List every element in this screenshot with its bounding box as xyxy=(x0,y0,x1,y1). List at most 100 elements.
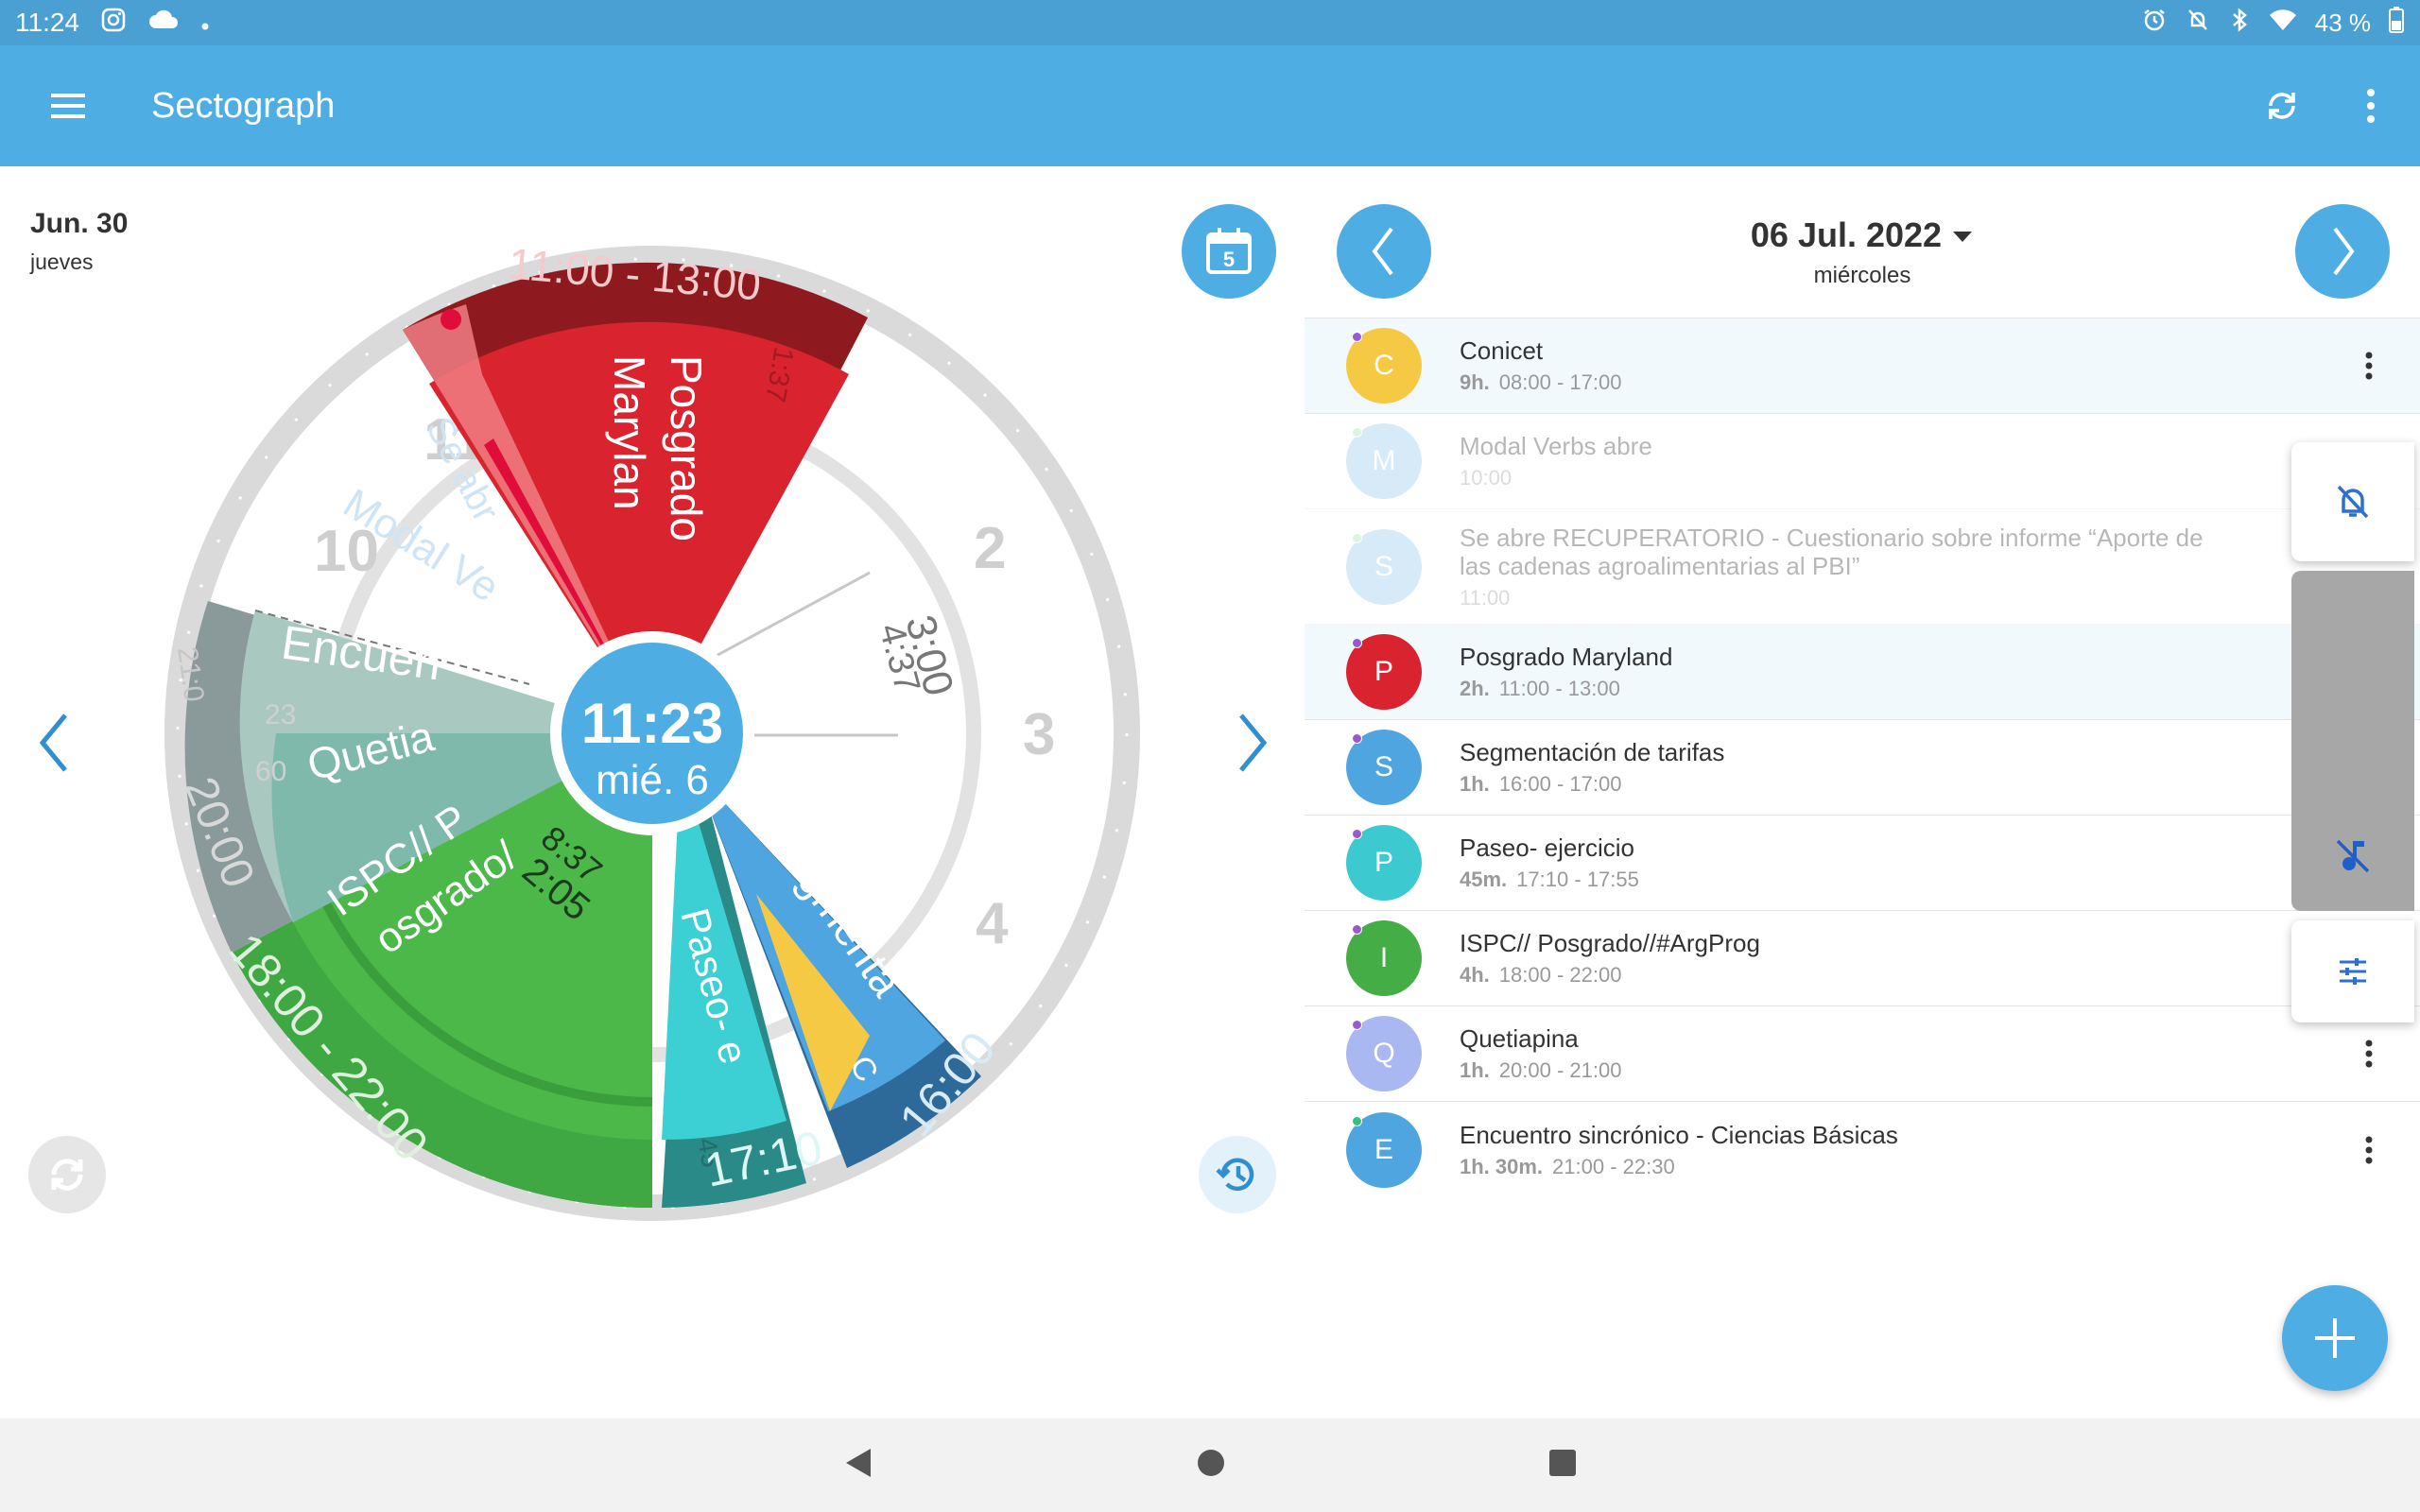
event-avatar: I xyxy=(1346,920,1422,996)
sync-icon xyxy=(2269,93,2295,119)
history-icon xyxy=(1216,1158,1254,1192)
mute-notifications-button[interactable] xyxy=(2291,442,2414,561)
status-dot xyxy=(1352,733,1362,744)
event-title: Encuentro sincrónico - Ciencias Básicas xyxy=(1460,1120,1898,1149)
event-duration: 4h. xyxy=(1460,963,1490,987)
status-bar: 11:24 43 % xyxy=(0,0,2420,45)
event-letter: Q xyxy=(1373,1038,1395,1069)
status-dot xyxy=(1352,924,1362,935)
event-menu-button[interactable] xyxy=(2352,1025,2386,1082)
event-time: 20:00 - 21:00 xyxy=(1498,1058,1622,1082)
hamburger-menu-button[interactable] xyxy=(34,72,102,140)
more-vertical-icon xyxy=(2365,1136,2373,1163)
event-avatar: E xyxy=(1346,1111,1422,1188)
event-letter: S xyxy=(1374,751,1393,782)
event-item[interactable]: C Conicet 9h. 08:00 - 17:00 xyxy=(1305,318,2420,414)
event-duration: 2h. xyxy=(1460,677,1490,700)
system-navigation-bar xyxy=(0,1418,2420,1512)
selected-weekday: jueves xyxy=(30,249,94,274)
alarm-icon xyxy=(2141,7,2168,40)
event-item[interactable]: P Paseo- ejercicio 45m. 17:10 - 17:55 xyxy=(1305,816,2420,911)
event-title: Se abre RECUPERATORIO - Cuestionario sob… xyxy=(1460,523,2204,580)
posgrado-label-2: Marylan xyxy=(605,355,654,510)
overflow-menu-button[interactable] xyxy=(2341,76,2401,136)
status-dot xyxy=(1352,427,1362,438)
event-item[interactable]: I ISPC// Posgrado//#ArgProg 4h. 18:00 - 22… xyxy=(1305,911,2420,1006)
add-event-button[interactable] xyxy=(2282,1285,2388,1391)
hour-label-4: 4 xyxy=(976,891,1009,956)
event-time: 11:00 xyxy=(1460,585,1511,610)
music-off-icon xyxy=(2336,839,2370,873)
status-dot xyxy=(1352,638,1362,648)
event-avatar: Q xyxy=(1346,1016,1422,1091)
back-triangle-icon xyxy=(846,1449,871,1477)
mute-sound-button[interactable] xyxy=(2291,571,2414,911)
dropdown-arrow-icon xyxy=(1953,232,1973,243)
hour-label-3: 3 xyxy=(1023,702,1055,767)
status-dot xyxy=(1352,532,1362,543)
event-time: 10:00 xyxy=(1460,466,1512,490)
calendar-badge: 5 xyxy=(1223,248,1235,271)
event-duration: 9h. xyxy=(1460,370,1490,394)
event-duration: 45m. xyxy=(1460,868,1508,891)
event-item[interactable]: S Segmentación de tarifas 1h. 16:00 - 17:0… xyxy=(1305,720,2420,816)
bluetooth-icon xyxy=(2228,7,2251,40)
quetia-small-label: 60 xyxy=(255,756,286,787)
battery-icon xyxy=(2388,6,2405,41)
event-item[interactable]: M Modal Verbs abre 10:00 xyxy=(1305,414,2420,509)
event-duration: 1h. xyxy=(1460,1058,1490,1082)
recents-button[interactable] xyxy=(1547,1448,1578,1483)
event-item[interactable]: S Se abre RECUPERATORIO - Cuestionario s… xyxy=(1305,509,2420,625)
home-button[interactable] xyxy=(1196,1448,1226,1483)
event-menu-button[interactable] xyxy=(2352,337,2386,394)
event-title: Paseo- ejercicio xyxy=(1460,833,1634,862)
event-letter: M xyxy=(1372,445,1396,476)
cloud-icon xyxy=(147,8,180,38)
chevron-right-icon xyxy=(2333,227,2355,276)
center-date: mié. 6 xyxy=(596,757,709,803)
next-day-button[interactable] xyxy=(1219,696,1286,790)
settings-sliders-button[interactable] xyxy=(2291,920,2414,1022)
event-item[interactable]: E Encuentro sincrónico - Ciencias Básica… xyxy=(1305,1102,2420,1197)
sync-button[interactable] xyxy=(2252,76,2312,136)
date-title: 06 Jul. 2022 xyxy=(1750,215,1943,254)
plus-icon xyxy=(2315,1318,2355,1358)
date-picker[interactable]: 06 Jul. 2022 xyxy=(1305,215,2420,255)
reset-view-button[interactable] xyxy=(28,1136,106,1213)
bell-off-icon xyxy=(2185,7,2211,40)
chevron-left-icon xyxy=(39,713,67,772)
home-circle-icon xyxy=(1198,1450,1224,1476)
event-item[interactable]: Q Quetiapina 1h. 20:00 - 21:00 xyxy=(1305,1006,2420,1102)
bell-off-icon xyxy=(2337,485,2369,519)
tune-icon xyxy=(2340,958,2366,985)
encuentro-small-label: 23 xyxy=(265,699,296,730)
event-avatar: P xyxy=(1346,634,1422,710)
event-title: Modal Verbs abre xyxy=(1460,432,1652,460)
current-time-dot xyxy=(441,309,461,330)
event-menu-button[interactable] xyxy=(2352,1122,2386,1178)
event-avatar: C xyxy=(1346,328,1422,404)
previous-day-button[interactable] xyxy=(21,696,87,790)
calendar-button[interactable]: 5 xyxy=(1182,204,1276,299)
agenda-pane: 06 Jul. 2022 miércoles C Conicet 9h. 08:00… xyxy=(1305,166,2420,1418)
center-time: 11:23 xyxy=(581,692,723,755)
event-time: 16:00 - 17:00 xyxy=(1498,772,1622,796)
sectograph-clock[interactable]: 10 11 2 3 4 11:23 mié. 6 11:00 - 13:00 P… xyxy=(151,232,1153,1234)
date-navigator: 06 Jul. 2022 miércoles xyxy=(1305,166,2420,318)
history-button[interactable] xyxy=(1199,1136,1276,1213)
event-letter: E xyxy=(1374,1133,1393,1165)
event-avatar: M xyxy=(1346,423,1422,499)
instagram-icon xyxy=(100,7,127,40)
posgrado-label-1: Posgrado xyxy=(662,355,711,541)
event-letter: P xyxy=(1374,847,1393,878)
app-title: Sectograph xyxy=(151,85,336,126)
back-button[interactable] xyxy=(842,1447,874,1484)
event-title: ISPC// Posgrado//#ArgProg xyxy=(1460,929,1760,957)
status-dot xyxy=(1352,1020,1362,1030)
clock-pane: Jun. 30 jueves 5 10 11 2 3 4 11:23 mié. … xyxy=(0,166,1305,1418)
event-time: 17:10 - 17:55 xyxy=(1516,868,1639,891)
status-dot xyxy=(1352,829,1362,839)
event-item[interactable]: P Posgrado Maryland 2h. 11:00 - 13:00 xyxy=(1305,625,2420,720)
next-date-button[interactable] xyxy=(2295,204,2390,299)
event-title: Segmentación de tarifas xyxy=(1460,738,1725,766)
